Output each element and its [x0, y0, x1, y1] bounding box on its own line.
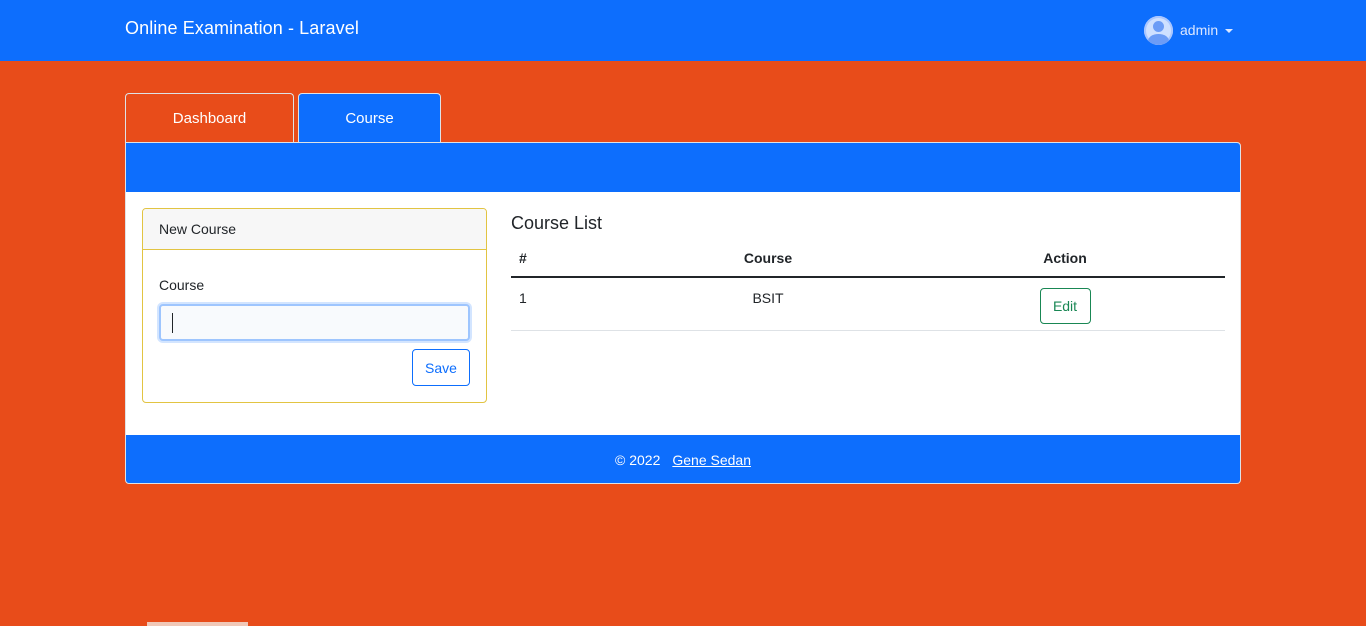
- bottom-scrollbar-strip: [147, 622, 248, 626]
- footer-author-link[interactable]: Gene Sedan: [672, 452, 751, 468]
- top-navbar: Online Examination - Laravel admin: [0, 0, 1366, 61]
- row-number: 1: [511, 277, 631, 331]
- panel-header: [126, 143, 1240, 192]
- caret-down-icon[interactable]: [1225, 28, 1234, 33]
- course-input[interactable]: [159, 304, 470, 341]
- table-row: 1 BSIT Edit: [511, 277, 1225, 331]
- panel-footer: © 2022 Gene Sedan: [126, 435, 1240, 483]
- form-header: New Course: [143, 209, 486, 250]
- course-list-title: Course List: [511, 213, 603, 233]
- column-header-action: Action: [905, 240, 1225, 278]
- app-title[interactable]: Online Examination - Laravel: [125, 18, 359, 39]
- user-avatar-icon[interactable]: [1144, 15, 1173, 45]
- tab-dashboard[interactable]: Dashboard: [125, 93, 294, 142]
- column-header-number: #: [511, 240, 631, 278]
- save-button[interactable]: Save: [412, 349, 470, 386]
- user-name[interactable]: admin: [1180, 22, 1218, 38]
- user-menu[interactable]: admin: [1144, 15, 1234, 45]
- course-field-label: Course: [159, 277, 205, 293]
- new-course-form: New Course Course Save: [142, 208, 487, 403]
- row-course: BSIT: [631, 277, 905, 331]
- text-cursor: [172, 313, 173, 333]
- table-header-row: # Course Action: [511, 240, 1225, 278]
- course-panel: New Course Course Save Course List # Cou…: [125, 142, 1241, 484]
- course-table: # Course Action 1 BSIT Edit: [511, 240, 1225, 331]
- tab-course[interactable]: Course: [298, 93, 441, 143]
- edit-button[interactable]: Edit: [1039, 288, 1091, 324]
- column-header-course: Course: [631, 240, 905, 278]
- footer-copyright: © 2022: [615, 452, 661, 468]
- row-action-cell: Edit: [905, 277, 1225, 331]
